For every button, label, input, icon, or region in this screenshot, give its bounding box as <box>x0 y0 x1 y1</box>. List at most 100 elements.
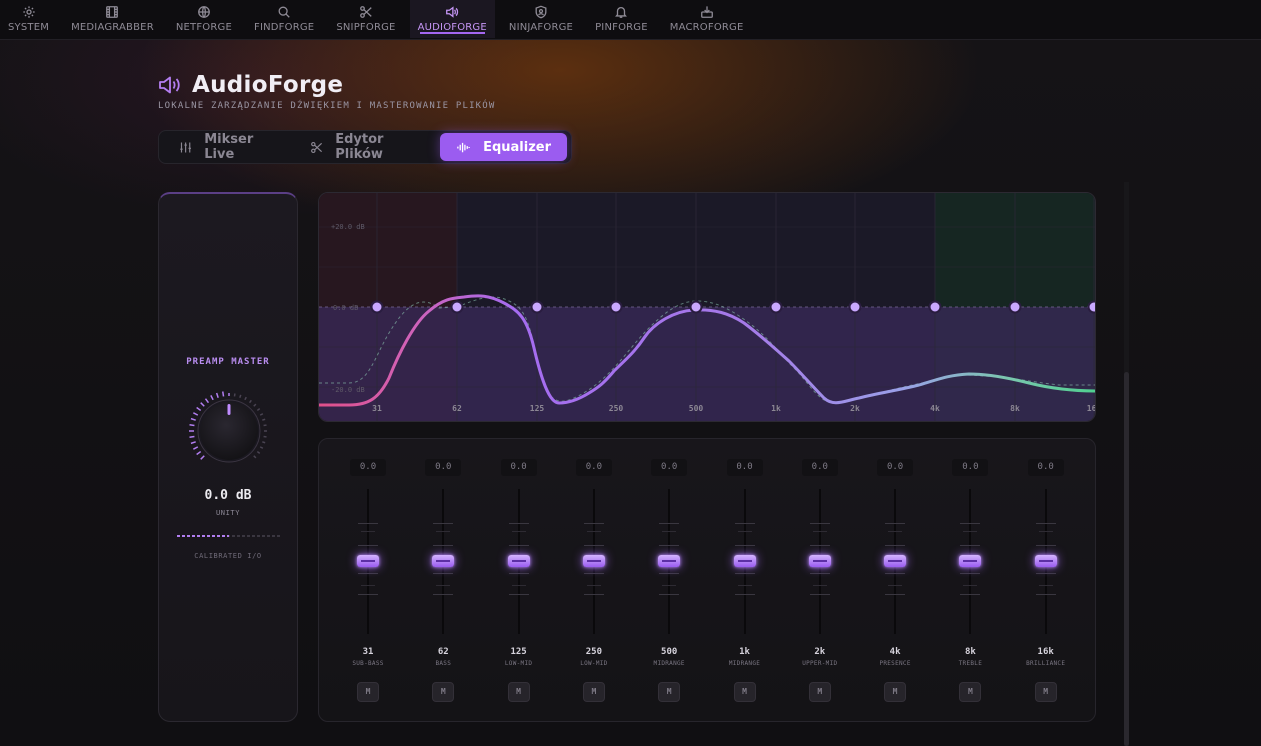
band-fader-tick <box>1038 585 1053 586</box>
nav-item-system[interactable]: SYSTEM <box>0 0 57 38</box>
knob-tick <box>256 408 261 412</box>
band-gain-value[interactable]: 0.0 <box>350 459 386 476</box>
band-name: LOW-MID <box>504 660 533 667</box>
band-mute-button[interactable]: M <box>582 682 605 702</box>
band-gain-value[interactable]: 0.0 <box>1027 459 1064 476</box>
band-faders-panel: 0.0 31 SUB-BASS M 0.0 62 BASS M 0.0 125 LOW-MID M 0.… <box>318 438 1096 722</box>
eq-node-handle[interactable] <box>1087 300 1097 314</box>
band-mute-button[interactable]: M <box>733 682 756 702</box>
tab-equalizer[interactable]: Equalizer <box>440 133 567 161</box>
nav-item-macroforge[interactable]: MACROFORGE <box>662 0 752 38</box>
eq-node-handle[interactable] <box>370 300 384 314</box>
band-mute-button[interactable]: M <box>357 682 379 702</box>
band-name: LOW-MID <box>580 660 608 667</box>
band-fader-tick <box>885 594 906 595</box>
top-navigation: SYSTEM MEDIAGRABBER NETFORGE FINDFORGE S… <box>0 0 1261 40</box>
band-fader-handle[interactable] <box>357 555 379 567</box>
band-gain-value[interactable]: 0.0 <box>877 459 914 476</box>
band-mute-button[interactable]: M <box>808 682 831 702</box>
band-fader-tick <box>1035 545 1056 546</box>
eq-node-handle[interactable] <box>928 300 942 314</box>
tab-edytor-plikow[interactable]: Edytor Plików <box>294 132 440 162</box>
nav-item-ninjaforge[interactable]: NINJAFORGE <box>501 0 581 38</box>
freq-axis-label: 62 <box>452 404 462 413</box>
band-fader-tick <box>1035 523 1056 524</box>
scissors-icon <box>360 6 372 18</box>
band-fader-tick <box>436 531 451 532</box>
band-name: SUB-BASS <box>352 660 384 667</box>
band-gain-value[interactable]: 0.0 <box>500 459 537 476</box>
band-fader-tick <box>737 585 752 586</box>
band-fader-tick <box>511 531 526 532</box>
eq-band: 0.0 250 LOW-MID M <box>562 439 626 723</box>
waveform-icon <box>457 142 470 152</box>
band-fader-handle[interactable] <box>432 555 455 567</box>
eq-curve-graph[interactable]: +20.0 dB 0.0 dB -20.0 dB 31 62 125 250 500 1k… <box>318 192 1096 422</box>
band-gain-value[interactable]: 0.0 <box>952 459 989 476</box>
band-fader-handle[interactable] <box>1034 555 1057 567</box>
band-mute-button[interactable]: M <box>959 682 982 702</box>
tab-mikser-live[interactable]: Mikser Live <box>163 132 294 162</box>
eq-band: 0.0 125 LOW-MID M <box>487 439 551 723</box>
nav-item-pinforge[interactable]: PINFORGE <box>587 0 656 38</box>
band-mute-button[interactable]: M <box>432 682 455 702</box>
band-gain-value[interactable]: 0.0 <box>801 459 838 476</box>
band-fader-handle[interactable] <box>658 555 681 567</box>
band-fader-handle[interactable] <box>959 555 982 567</box>
band-fader-handle[interactable] <box>733 555 756 567</box>
nav-item-audioforge[interactable]: AUDIOFORGE <box>409 0 495 38</box>
band-mute-button[interactable]: M <box>1034 682 1057 702</box>
knob-tick <box>200 402 205 407</box>
band-frequency: 31 <box>362 647 374 657</box>
eq-node-handle[interactable] <box>689 300 703 314</box>
band-gain-value[interactable]: 0.0 <box>425 459 462 476</box>
scrollbar-thumb[interactable] <box>1124 372 1129 746</box>
eq-node-handle[interactable] <box>848 300 862 314</box>
band-name: MIDRANGE <box>653 660 685 667</box>
band-mute-button[interactable]: M <box>507 682 530 702</box>
band-gain-value[interactable]: 0.0 <box>651 459 688 476</box>
freq-axis-label: 31 <box>372 404 382 413</box>
band-frequency: 1k <box>739 647 750 657</box>
eq-node-handle[interactable] <box>769 300 783 314</box>
eq-node-handle[interactable] <box>1008 300 1022 314</box>
eq-band: 0.0 500 MIDRANGE M <box>637 439 701 723</box>
knob-tick <box>189 424 195 427</box>
band-fader-tick <box>734 523 755 524</box>
nav-item-findforge[interactable]: FINDFORGE <box>246 0 322 38</box>
band-fader-tick <box>885 523 906 524</box>
band-fader-handle[interactable] <box>808 555 831 567</box>
nav-item-netforge[interactable]: NETFORGE <box>168 0 240 38</box>
band-fader-handle[interactable] <box>507 555 530 567</box>
band-mute-button[interactable]: M <box>884 682 907 702</box>
band-gain-value[interactable]: 0.0 <box>575 459 612 476</box>
eq-node-handle[interactable] <box>609 300 623 314</box>
band-fader-tick <box>508 573 529 574</box>
band-gain-value[interactable]: 0.0 <box>726 459 763 476</box>
band-fader-handle[interactable] <box>884 555 907 567</box>
nav-item-mediagrabber[interactable]: MEDIAGRABBER <box>63 0 162 38</box>
nav-item-label: NETFORGE <box>175 22 232 33</box>
eq-band: 0.0 1k MIDRANGE M <box>713 439 777 723</box>
band-fader-tick <box>583 523 604 524</box>
band-fader-tick <box>812 531 827 532</box>
band-fader-tick <box>809 573 830 574</box>
nav-item-label: SYSTEM <box>8 22 50 33</box>
band-fader-tick <box>662 531 677 532</box>
preamp-knob[interactable] <box>187 389 271 473</box>
band-name: BRILLIANCE <box>1026 660 1066 667</box>
knob-tick <box>215 392 219 398</box>
knob-tick <box>193 446 199 450</box>
nav-item-snipforge[interactable]: SNIPFORGE <box>328 0 403 38</box>
preamp-meter <box>177 535 281 537</box>
eq-node-handle[interactable] <box>450 300 464 314</box>
eq-node-handle[interactable] <box>530 300 544 314</box>
tab-label: Mikser Live <box>204 132 254 162</box>
band-frequency: 125 <box>510 647 527 657</box>
band-fader-tick <box>1035 573 1056 574</box>
bell-icon <box>615 6 628 18</box>
band-name: UPPER-MID <box>802 660 838 667</box>
band-fader-handle[interactable] <box>582 555 605 567</box>
band-mute-button[interactable]: M <box>658 682 681 702</box>
freq-axis-label: 125 <box>530 404 545 413</box>
